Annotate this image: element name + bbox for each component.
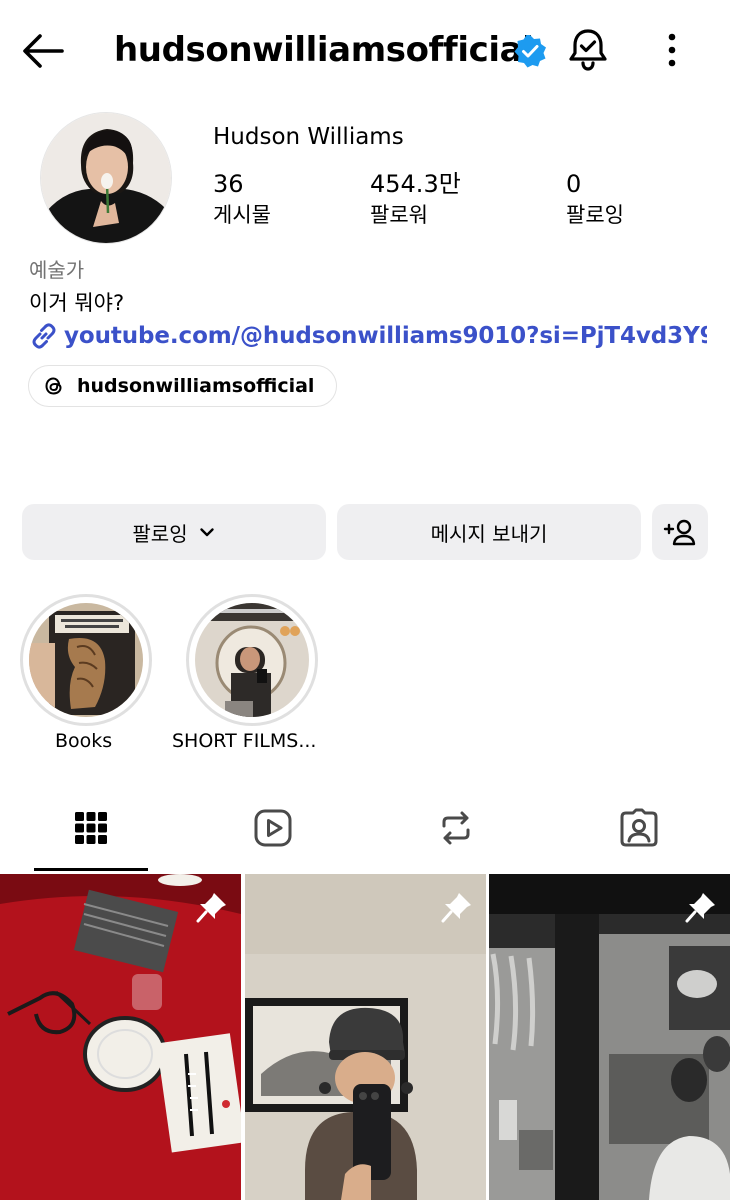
pinned-post-icon — [441, 893, 471, 923]
profile-avatar[interactable] — [40, 112, 172, 244]
tagged-icon — [620, 808, 658, 847]
post-thumbnail[interactable] — [489, 874, 730, 1200]
highlight-label-short-films: SHORT FILMS... — [172, 730, 317, 752]
posts-grid — [0, 874, 730, 1200]
tab-tagged[interactable] — [548, 784, 730, 872]
highlight-cover-short-films — [195, 603, 309, 717]
highlight-books[interactable]: Books — [20, 594, 152, 752]
followers-label: 팔로워 — [370, 203, 428, 227]
stat-following[interactable]: 0 팔로잉 — [566, 168, 624, 230]
verified-badge-icon — [514, 35, 546, 68]
profile-link[interactable]: youtube.com/@hudsonwilliams9010?si=PjT4v… — [27, 318, 707, 354]
following-button[interactable]: 팔로잉 — [22, 504, 326, 560]
profile-bio: 이거 뭐야? — [29, 291, 125, 315]
stat-followers[interactable]: 454.3만 팔로워 — [370, 168, 461, 230]
stat-posts[interactable]: 36 게시물 — [213, 168, 271, 230]
profile-username: hudsonwilliamsofficial — [114, 30, 534, 70]
highlight-ring — [20, 594, 152, 726]
post-thumbnail[interactable] — [0, 874, 241, 1200]
tab-posts[interactable] — [0, 784, 182, 872]
post-thumbnail[interactable] — [245, 874, 486, 1200]
active-tab-indicator — [34, 868, 148, 871]
pinned-post-icon — [685, 893, 715, 923]
threads-badge[interactable]: hudsonwilliamsofficial — [28, 365, 338, 407]
tab-reels[interactable] — [182, 784, 364, 872]
posts-grid-icon — [75, 812, 107, 844]
back-arrow-icon[interactable] — [18, 28, 68, 74]
following-label: 팔로잉 — [566, 203, 624, 227]
posts-count: 36 — [213, 170, 244, 198]
reels-icon — [254, 809, 292, 847]
message-button[interactable]: 메시지 보내기 — [337, 504, 641, 560]
top-bar: hudsonwilliamsofficial — [0, 0, 730, 100]
threads-handle: hudsonwilliamsofficial — [77, 375, 315, 397]
profile-tabs — [0, 784, 730, 872]
suggest-people-button[interactable] — [652, 504, 708, 560]
profile-category: 예술가 — [29, 258, 85, 282]
reposts-icon — [442, 811, 470, 845]
following-button-label: 팔로잉 — [132, 521, 188, 546]
followers-count: 454.3만 — [370, 170, 461, 198]
posts-label: 게시물 — [213, 203, 271, 227]
profile-link-text[interactable]: youtube.com/@hudsonwilliams9010?si=PjT4v… — [64, 320, 707, 352]
more-options-icon[interactable] — [655, 28, 689, 72]
message-button-label: 메시지 보내기 — [430, 521, 548, 546]
chevron-down-icon — [199, 528, 214, 537]
following-count: 0 — [566, 170, 582, 198]
notification-bell-icon[interactable] — [566, 27, 610, 73]
highlight-short-films[interactable]: SHORT FILMS... — [172, 594, 318, 752]
add-person-icon — [663, 519, 696, 546]
tab-reposts[interactable] — [365, 784, 547, 872]
highlight-cover-books — [29, 603, 143, 717]
threads-icon — [45, 377, 62, 395]
highlight-ring — [186, 594, 318, 726]
pinned-post-icon — [196, 893, 226, 923]
highlight-label-books: Books — [55, 730, 113, 752]
profile-full-name: Hudson Williams — [213, 124, 404, 150]
link-icon — [32, 323, 56, 349]
avatar-photo — [41, 113, 171, 243]
